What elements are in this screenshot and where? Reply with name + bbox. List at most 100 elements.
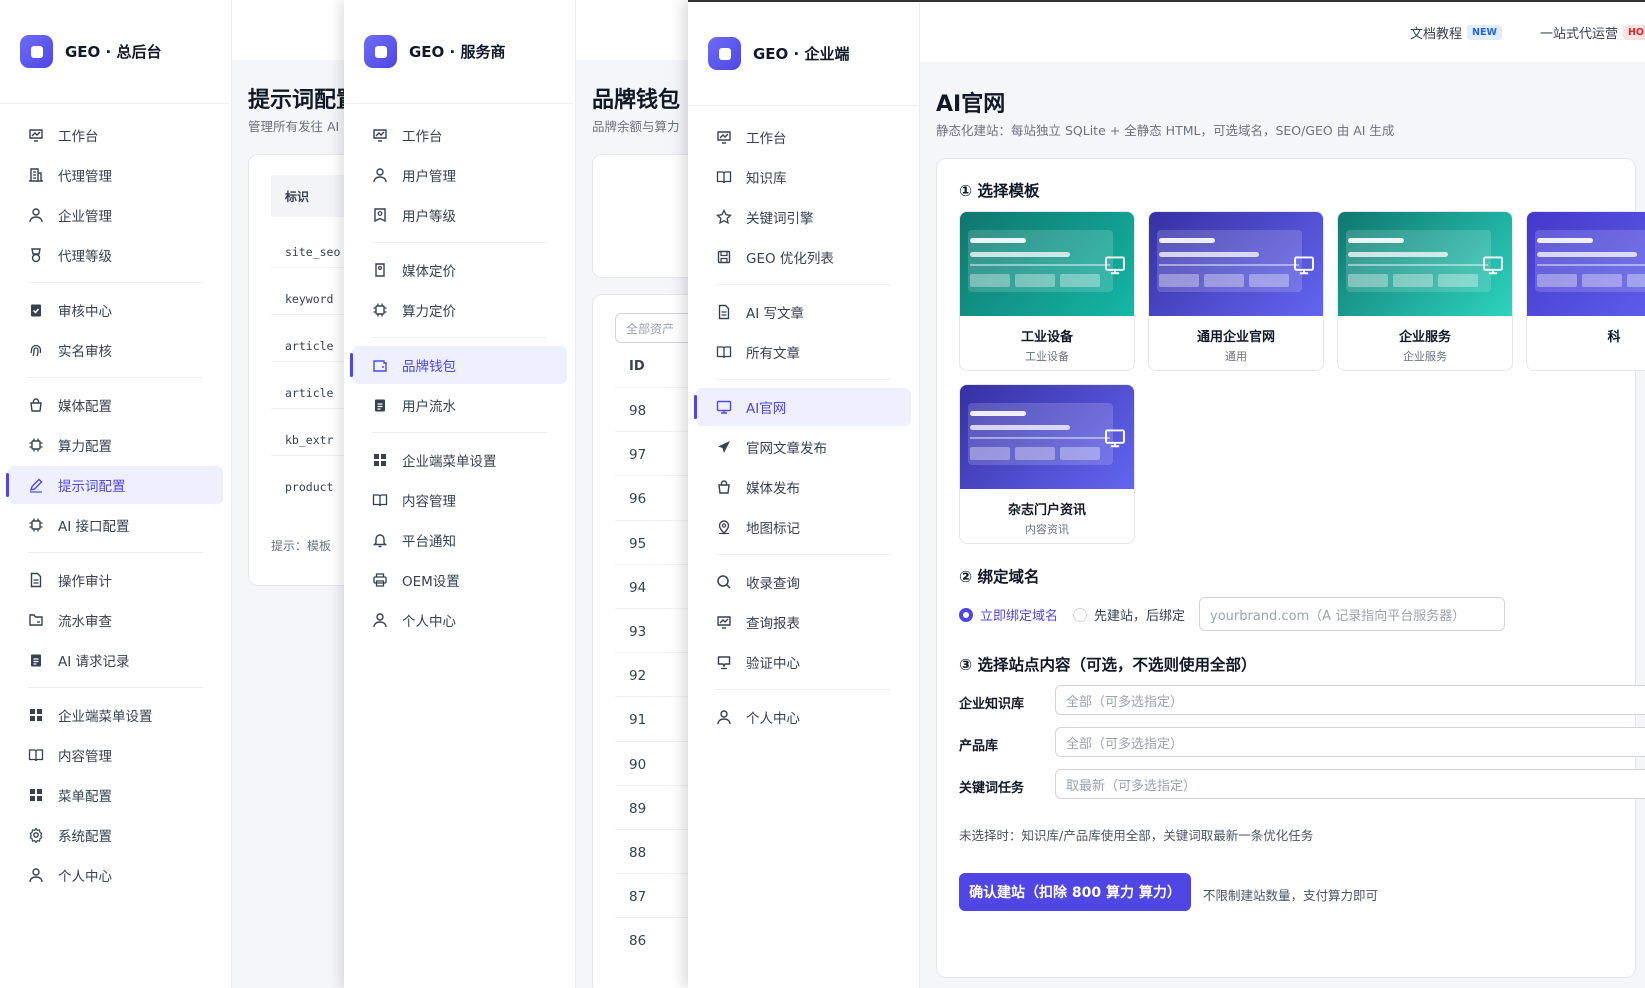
product-select[interactable]: 全部（可多选指定） (1055, 727, 1645, 757)
sidebar-item[interactable]: 官网文章发布 (696, 428, 911, 466)
sidebar-item-label: GEO 优化列表 (746, 251, 834, 267)
template-name: 科 (1607, 330, 1621, 345)
sidebar-item[interactable]: 工作台 (696, 118, 911, 156)
table-row[interactable]: kb_extr (285, 433, 344, 447)
kb-select[interactable]: 全部（可多选指定） (1055, 685, 1645, 715)
chart-icon (716, 129, 732, 145)
table-row[interactable]: 98 (629, 403, 646, 419)
sidebar-item[interactable]: 关键词引擎 (696, 198, 911, 236)
sidebar-item[interactable]: 企业管理 (8, 196, 223, 234)
sidebar-item[interactable]: 提示词配置 (6, 466, 223, 504)
table-row[interactable]: 88 (629, 845, 646, 861)
table-row[interactable]: 94 (629, 580, 646, 596)
sidebar-item[interactable]: 算力配置 (8, 426, 223, 464)
sidebar-item[interactable]: 所有文章 (696, 333, 911, 371)
page-subtitle: 静态化建站：每站独立 SQLite + 全静态 HTML，可选域名，SEO/GE… (936, 123, 1395, 138)
table-row[interactable]: 96 (629, 491, 646, 507)
admin-brand[interactable]: GEO · 总后台 (0, 0, 231, 104)
template-card[interactable]: 通用企业官网 通用 (1148, 211, 1324, 371)
template-card[interactable]: 工业设备 工业设备 (959, 211, 1135, 371)
preview-block (1015, 274, 1055, 287)
sidebar-item[interactable]: 查询报表 (696, 603, 911, 641)
sidebar-item[interactable]: 媒体发布 (696, 468, 911, 506)
sidebar-item[interactable]: 地图标记 (696, 508, 911, 546)
preview-line (1537, 252, 1637, 257)
sidebar-item[interactable]: 菜单配置 (8, 776, 223, 814)
sidebar-item[interactable]: 平台通知 (352, 521, 567, 559)
step2-title: ② 绑定域名 (959, 568, 1040, 586)
sidebar-item[interactable]: 审核中心 (8, 291, 223, 329)
sidebar-item[interactable]: 企业端菜单设置 (8, 696, 223, 734)
sidebar-item[interactable]: 用户管理 (352, 156, 567, 194)
provider-brand[interactable]: GEO · 服务商 (344, 0, 575, 104)
sidebar-item[interactable]: AI 写文章 (696, 293, 911, 331)
sidebar-item[interactable]: 内容管理 (352, 481, 567, 519)
sidebar-item[interactable]: 内容管理 (8, 736, 223, 774)
table-row[interactable]: site_seo (285, 245, 344, 259)
sidebar-item[interactable]: 收录查询 (696, 563, 911, 601)
sidebar-item[interactable]: AI 请求记录 (8, 641, 223, 679)
sidebar-item[interactable]: AI 接口配置 (8, 506, 223, 544)
table-row[interactable]: keyword (285, 292, 344, 306)
sidebar-item[interactable]: 验证中心 (696, 643, 911, 681)
sidebar-item[interactable]: 个人中心 (352, 601, 567, 639)
chip-icon (28, 437, 44, 453)
sidebar-item[interactable]: 品牌钱包 (350, 346, 567, 384)
sidebar-item[interactable]: 工作台 (352, 116, 567, 154)
sidebar-item[interactable]: 用户等级 (352, 196, 567, 234)
table-row[interactable]: 87 (629, 889, 646, 905)
sidebar-item[interactable]: 代理管理 (8, 156, 223, 194)
asset-filter-select[interactable]: 全部资产 (615, 313, 688, 343)
table-row[interactable]: 93 (629, 624, 646, 640)
enterprise-brand[interactable]: GEO · 企业端 (688, 2, 919, 106)
sidebar-item[interactable]: 操作审计 (8, 561, 223, 599)
sidebar-item-label: 流水审查 (58, 614, 112, 630)
sidebar-divider (716, 554, 891, 555)
table-row[interactable]: 90 (629, 757, 646, 773)
row-divider (271, 408, 344, 409)
radio-bind-later[interactable]: 先建站，后绑定 (1073, 605, 1185, 624)
template-name: 杂志门户资讯 (1007, 503, 1086, 518)
table-row[interactable]: article (285, 339, 344, 353)
sidebar-item[interactable]: 代理等级 (8, 236, 223, 274)
template-card[interactable]: 科 (1526, 211, 1645, 371)
radio-bind-now[interactable]: 立即绑定域名 (959, 605, 1058, 624)
book-icon (716, 344, 732, 360)
sidebar-item-label: 算力配置 (58, 439, 112, 455)
table-row[interactable]: 86 (629, 933, 646, 949)
table-row[interactable]: 92 (629, 668, 646, 684)
preview-line (970, 425, 1070, 430)
table-row[interactable]: 89 (629, 801, 646, 817)
domain-input[interactable]: yourbrand.com（A 记录指向平台服务器） (1199, 597, 1505, 631)
sidebar-item[interactable]: 实名审核 (8, 331, 223, 369)
sidebar-item[interactable]: OEM设置 (352, 561, 567, 599)
keyword-task-select[interactable]: 取最新（可多选指定） (1055, 769, 1645, 799)
preview-line (970, 437, 1110, 439)
template-preview (1149, 212, 1323, 316)
preview-block (970, 447, 1010, 460)
table-row[interactable]: product (285, 480, 344, 494)
table-row[interactable]: 97 (629, 447, 646, 463)
sidebar-item-label: 知识库 (746, 171, 787, 187)
template-card[interactable]: 杂志门户资讯 内容资讯 (959, 384, 1135, 544)
table-row[interactable]: 91 (629, 712, 646, 728)
sidebar-item[interactable]: 企业端菜单设置 (352, 441, 567, 479)
sidebar-item[interactable]: 个人中心 (8, 856, 223, 894)
monitor-icon (716, 399, 732, 415)
sidebar-item[interactable]: 工作台 (8, 116, 223, 154)
table-row[interactable]: article (285, 386, 344, 400)
sidebar-item[interactable]: 算力定价 (352, 291, 567, 329)
grid-icon (372, 452, 388, 468)
sidebar-item[interactable]: 用户流水 (352, 386, 567, 424)
sidebar-item[interactable]: 媒体定价 (352, 251, 567, 289)
confirm-build-button[interactable]: 确认建站（扣除 800 算力 算力） (959, 873, 1191, 911)
sidebar-item[interactable]: 流水审查 (8, 601, 223, 639)
sidebar-item[interactable]: AI官网 (694, 388, 911, 426)
sidebar-item[interactable]: 媒体配置 (8, 386, 223, 424)
table-row[interactable]: 95 (629, 536, 646, 552)
sidebar-item[interactable]: GEO 优化列表 (696, 238, 911, 276)
sidebar-item[interactable]: 知识库 (696, 158, 911, 196)
sidebar-item[interactable]: 系统配置 (8, 816, 223, 854)
sidebar-item[interactable]: 个人中心 (696, 698, 911, 736)
template-card[interactable]: 企业服务 企业服务 (1337, 211, 1513, 371)
